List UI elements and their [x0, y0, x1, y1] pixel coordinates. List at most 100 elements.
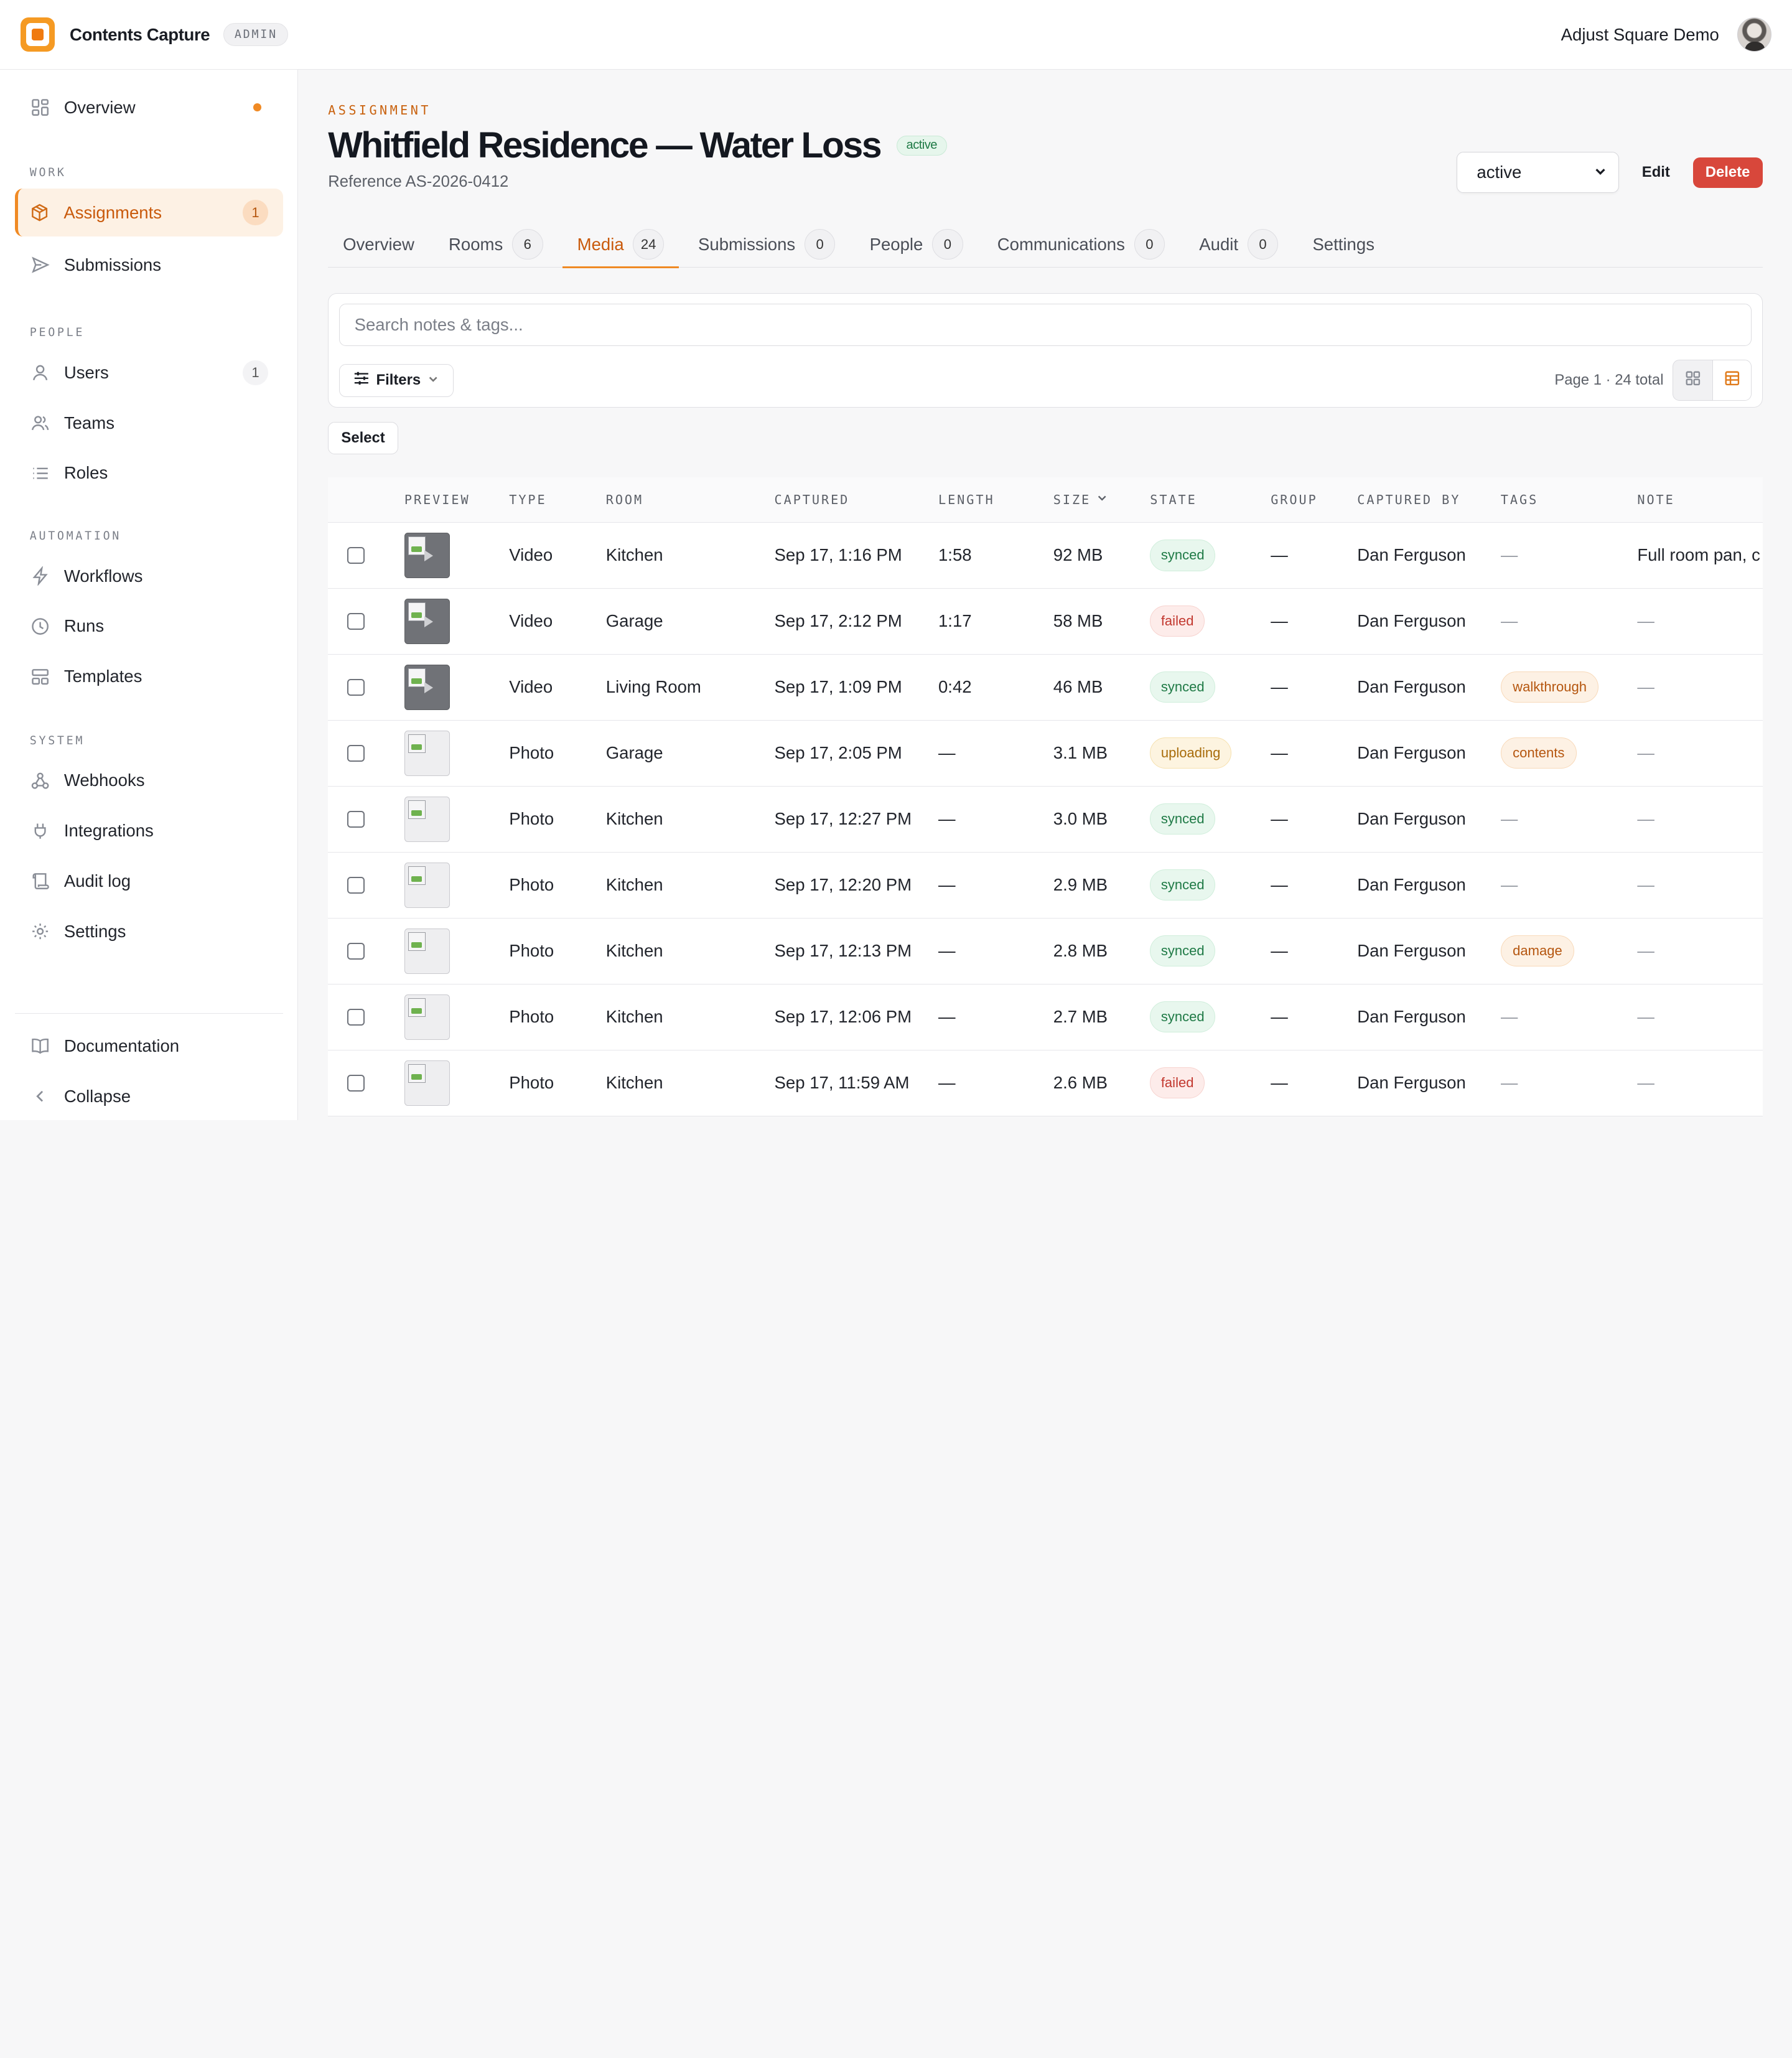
photo-thumbnail[interactable] — [404, 730, 450, 777]
view-toggle — [1673, 360, 1752, 401]
photo-thumbnail[interactable] — [404, 928, 450, 975]
cell-size: 2.8 MB — [1053, 941, 1108, 961]
sidebar-item-assignments[interactable]: Assignments 1 — [14, 189, 283, 237]
sidebar-item-label: Submissions — [63, 255, 162, 275]
grid-view-button[interactable] — [1673, 360, 1712, 400]
tab-submissions[interactable]: Submissions 0 — [683, 222, 850, 267]
row-checkbox[interactable] — [347, 678, 365, 696]
column-header-length[interactable]: LENGTH — [938, 492, 1053, 507]
search-input[interactable] — [338, 304, 1752, 347]
scroll-icon — [30, 871, 50, 892]
row-checkbox[interactable] — [347, 1074, 365, 1092]
sidebar-item-label: Audit log — [63, 871, 131, 891]
table-row[interactable]: Video Garage Sep 17, 2:12 PM 1:17 58 MB … — [328, 589, 1763, 655]
cell-note: — — [1637, 941, 1654, 961]
row-checkbox[interactable] — [347, 612, 365, 630]
cell-captured: Sep 17, 12:27 PM — [774, 809, 912, 829]
sidebar-item-audit-log[interactable]: Audit log — [15, 857, 283, 905]
row-checkbox[interactable] — [347, 810, 365, 828]
collapse-sidebar-button[interactable]: Collapse — [15, 1072, 283, 1120]
cell-length: — — [938, 875, 956, 895]
sidebar-item-settings[interactable]: Settings — [15, 907, 283, 955]
sidebar-item-label: Settings — [63, 921, 126, 941]
cell-room: Living Room — [605, 677, 701, 697]
row-checkbox[interactable] — [347, 744, 365, 762]
tab-label: Settings — [1312, 234, 1374, 254]
app-logo-icon[interactable] — [21, 17, 55, 52]
sidebar-item-workflows[interactable]: Workflows — [15, 552, 283, 600]
tab-media[interactable]: Media 24 — [562, 222, 679, 269]
admin-badge: ADMIN — [223, 22, 289, 47]
header-actions: active Edit Delete — [1457, 152, 1763, 194]
app-name: Contents Capture — [70, 24, 210, 44]
video-thumbnail[interactable] — [404, 598, 450, 645]
sidebar-item-runs[interactable]: Runs — [15, 602, 283, 650]
tab-rooms[interactable]: Rooms 6 — [434, 222, 558, 267]
state-badge: synced — [1150, 935, 1216, 967]
tag-chip[interactable]: damage — [1500, 935, 1575, 967]
empty-tag: — — [1500, 1007, 1518, 1027]
state-badge: synced — [1150, 1001, 1216, 1033]
table-row[interactable]: Photo Garage Sep 17, 2:05 PM — 3.1 MB up… — [328, 721, 1763, 787]
photo-thumbnail[interactable] — [404, 796, 450, 843]
state-select[interactable]: active — [1457, 152, 1620, 194]
broken-image-icon — [408, 602, 426, 621]
table-row[interactable]: Video Living Room Sep 17, 1:09 PM 0:42 4… — [328, 655, 1763, 721]
tag-chip[interactable]: contents — [1500, 737, 1577, 769]
video-thumbnail[interactable] — [404, 664, 450, 711]
row-checkbox[interactable] — [347, 546, 365, 564]
cell-length: — — [938, 743, 956, 763]
broken-image-icon — [408, 536, 426, 555]
column-header-captured-by[interactable]: CAPTURED BY — [1357, 492, 1501, 507]
table-row[interactable]: Photo Kitchen Sep 17, 12:20 PM — 2.9 MB … — [328, 853, 1763, 919]
column-header-type[interactable]: TYPE — [509, 492, 606, 507]
empty-tag: — — [1500, 809, 1518, 829]
tab-audit[interactable]: Audit 0 — [1184, 222, 1293, 267]
table-row[interactable]: Photo Kitchen Sep 17, 12:06 PM — 2.7 MB … — [328, 985, 1763, 1050]
column-header-state[interactable]: STATE — [1150, 492, 1271, 507]
edit-button[interactable]: Edit — [1630, 157, 1681, 189]
sidebar-item-integrations[interactable]: Integrations — [15, 807, 283, 855]
section-label-automation: AUTOMATION — [29, 530, 122, 543]
cell-captured: Sep 17, 1:09 PM — [774, 677, 902, 697]
sidebar-item-users[interactable]: Users 1 — [15, 348, 283, 396]
video-thumbnail[interactable] — [404, 532, 450, 579]
row-checkbox[interactable] — [347, 942, 365, 960]
row-checkbox[interactable] — [347, 1008, 365, 1026]
delete-button[interactable]: Delete — [1692, 157, 1763, 189]
state-badge: synced — [1150, 671, 1216, 703]
tab-overview[interactable]: Overview — [328, 222, 429, 267]
tab-communications[interactable]: Communications 0 — [982, 222, 1180, 267]
sidebar-item-webhooks[interactable]: Webhooks — [15, 757, 283, 805]
cell-length: — — [938, 941, 956, 961]
sidebar-item-roles[interactable]: Roles — [15, 449, 283, 497]
tag-chip[interactable]: walkthrough — [1500, 671, 1599, 703]
photo-thumbnail[interactable] — [404, 994, 450, 1041]
sidebar-item-documentation[interactable]: Documentation — [15, 1022, 283, 1070]
sidebar-item-overview[interactable]: Overview — [15, 83, 283, 131]
table-row[interactable]: Photo Kitchen Sep 17, 11:59 AM — 2.6 MB … — [328, 1050, 1763, 1116]
org-name[interactable]: Adjust Square Demo — [1561, 25, 1719, 45]
column-header-size[interactable]: SIZE — [1053, 492, 1150, 507]
count-badge: 1 — [243, 200, 268, 225]
cell-type: Photo — [509, 743, 554, 763]
row-checkbox[interactable] — [347, 876, 365, 894]
column-header-room[interactable]: ROOM — [606, 492, 775, 507]
photo-thumbnail[interactable] — [404, 862, 450, 909]
table-row[interactable]: Photo Kitchen Sep 17, 12:13 PM — 2.8 MB … — [328, 919, 1763, 985]
column-header-group[interactable]: GROUP — [1271, 492, 1357, 507]
photo-thumbnail[interactable] — [404, 1060, 450, 1106]
sidebar-item-teams[interactable]: Teams — [15, 399, 283, 447]
tab-people[interactable]: People 0 — [855, 222, 978, 267]
select-button[interactable]: Select — [328, 422, 398, 454]
sidebar-item-templates[interactable]: Templates — [15, 653, 283, 701]
column-header-captured[interactable]: CAPTURED — [775, 492, 938, 507]
table-row[interactable]: Photo Kitchen Sep 17, 12:27 PM — 3.0 MB … — [328, 787, 1763, 853]
tab-settings[interactable]: Settings — [1298, 222, 1389, 267]
filters-button[interactable]: Filters — [338, 363, 454, 398]
table-view-button[interactable] — [1712, 360, 1752, 401]
sidebar-item-submissions[interactable]: Submissions — [15, 241, 283, 289]
avatar[interactable] — [1737, 17, 1772, 52]
table-row[interactable]: Video Kitchen Sep 17, 1:16 PM 1:58 92 MB… — [328, 523, 1763, 589]
chevron-left-icon — [30, 1086, 50, 1106]
